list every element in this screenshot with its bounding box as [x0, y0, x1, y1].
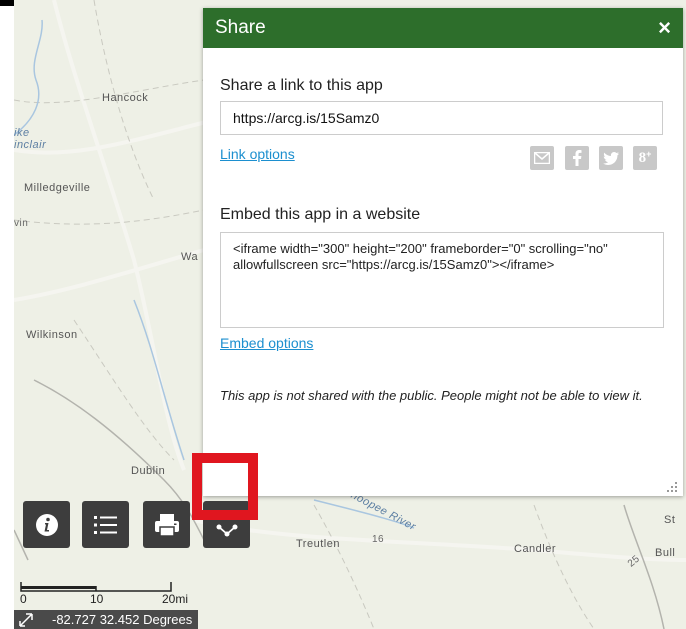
map-label-milledgeville: Milledgeville	[24, 182, 91, 194]
share-dialog: Share × Share a link to this app Link op…	[203, 8, 683, 496]
scale-bar	[20, 582, 172, 592]
close-icon[interactable]: ×	[658, 17, 671, 39]
map-label-wilkinson: Wilkinson	[26, 329, 78, 341]
map-label-candler: Candler	[514, 543, 557, 555]
share-dialog-header: Share ×	[203, 8, 683, 48]
map-label-hancock: Hancock	[102, 92, 149, 104]
info-button[interactable]	[23, 501, 70, 548]
map-label-bulloch: Bull	[655, 547, 676, 559]
map-label-washington: Wa	[181, 251, 199, 263]
highlight-box	[192, 453, 258, 520]
scale-label-twenty: 20mi	[162, 592, 189, 606]
link-options-link[interactable]: Link options	[220, 146, 295, 162]
coordinate-readout: -82.727 32.452 Degrees	[14, 610, 198, 629]
share-link-heading: Share a link to this app	[220, 77, 383, 94]
map-label-dublin: Dublin	[131, 465, 166, 477]
coordinate-mode-icon[interactable]	[18, 612, 34, 628]
embed-options-link[interactable]: Embed options	[220, 335, 313, 351]
map-label-treutlen: Treutlen	[296, 538, 340, 550]
twitter-icon[interactable]	[599, 146, 623, 170]
legend-button[interactable]	[82, 501, 129, 548]
email-icon[interactable]	[530, 146, 554, 170]
scale-label-zero: 0	[20, 592, 27, 606]
map-label-baldwin: vin	[14, 218, 29, 229]
map-label-statesboro: St	[664, 514, 676, 526]
map-label-lake: ike	[14, 127, 30, 139]
map-label-route-16: 16	[372, 534, 385, 545]
print-button[interactable]	[143, 501, 190, 548]
resize-handle-icon[interactable]	[667, 482, 677, 492]
embed-heading: Embed this app in a website	[220, 206, 421, 223]
print-icon	[154, 513, 179, 537]
share-link-input[interactable]	[220, 101, 663, 135]
sharing-notice: This app is not shared with the public. …	[220, 388, 643, 403]
google-plus-icon[interactable]: 8 +	[633, 146, 657, 170]
info-icon	[35, 513, 58, 536]
share-dialog-title: Share	[215, 17, 266, 38]
legend-list-icon	[93, 515, 117, 534]
scale-label-ten: 10	[90, 592, 104, 606]
map-label-sinclair: inclair	[14, 139, 47, 151]
coordinate-text: -82.727 32.452 Degrees	[52, 612, 193, 627]
embed-code-textarea[interactable]: <iframe width="300" height="200" framebo…	[220, 232, 664, 328]
facebook-icon[interactable]	[565, 146, 589, 170]
